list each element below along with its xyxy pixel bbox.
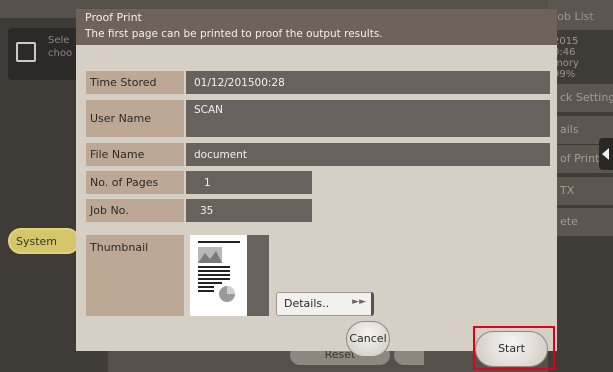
file-name-label: File Name (86, 143, 184, 166)
job-list-tab[interactable]: Job List (548, 0, 613, 30)
dialog-title: Proof Print (85, 11, 142, 24)
dialog-header: Proof Print The first page can be printe… (76, 9, 557, 45)
user-name-value: SCAN (186, 100, 550, 137)
thumbnail-label: Thumbnail (86, 235, 184, 316)
job-no-value: 35 (186, 199, 312, 222)
job-no-label: Job No. (86, 199, 184, 222)
background-left-panel[interactable]: Sele choo (8, 28, 78, 80)
background-button-delete[interactable]: ete (548, 208, 613, 236)
background-left-text: Sele choo (48, 35, 73, 59)
details-button-label: Details.. (284, 297, 330, 310)
start-button[interactable]: Start (475, 331, 548, 367)
background-button-tx[interactable]: TX (548, 177, 613, 205)
file-name-value: document (186, 143, 550, 166)
system-button[interactable]: System (8, 228, 80, 254)
double-arrow-right-icon: ►► (352, 297, 366, 307)
cancel-button[interactable]: Cancel (346, 321, 390, 357)
user-name-label: User Name (86, 100, 184, 137)
dialog-message: The first page can be printed to proof t… (85, 28, 383, 40)
pages-value: 1 (186, 171, 312, 194)
thumbnail-page-image (190, 235, 247, 316)
time-stored-value: 01/12/201500:28 (186, 71, 550, 94)
pages-label: No. of Pages (86, 171, 184, 194)
details-button[interactable]: Details.. ►► (276, 292, 374, 316)
time-stored-label: Time Stored (86, 71, 184, 94)
background-button-check-settings[interactable]: ck Setting (548, 84, 613, 112)
proof-print-dialog: Proof Print The first page can be printe… (76, 9, 557, 351)
box-icon (16, 42, 36, 62)
document-preview-icon (198, 241, 240, 302)
collapse-arrow-icon[interactable] (599, 138, 613, 170)
